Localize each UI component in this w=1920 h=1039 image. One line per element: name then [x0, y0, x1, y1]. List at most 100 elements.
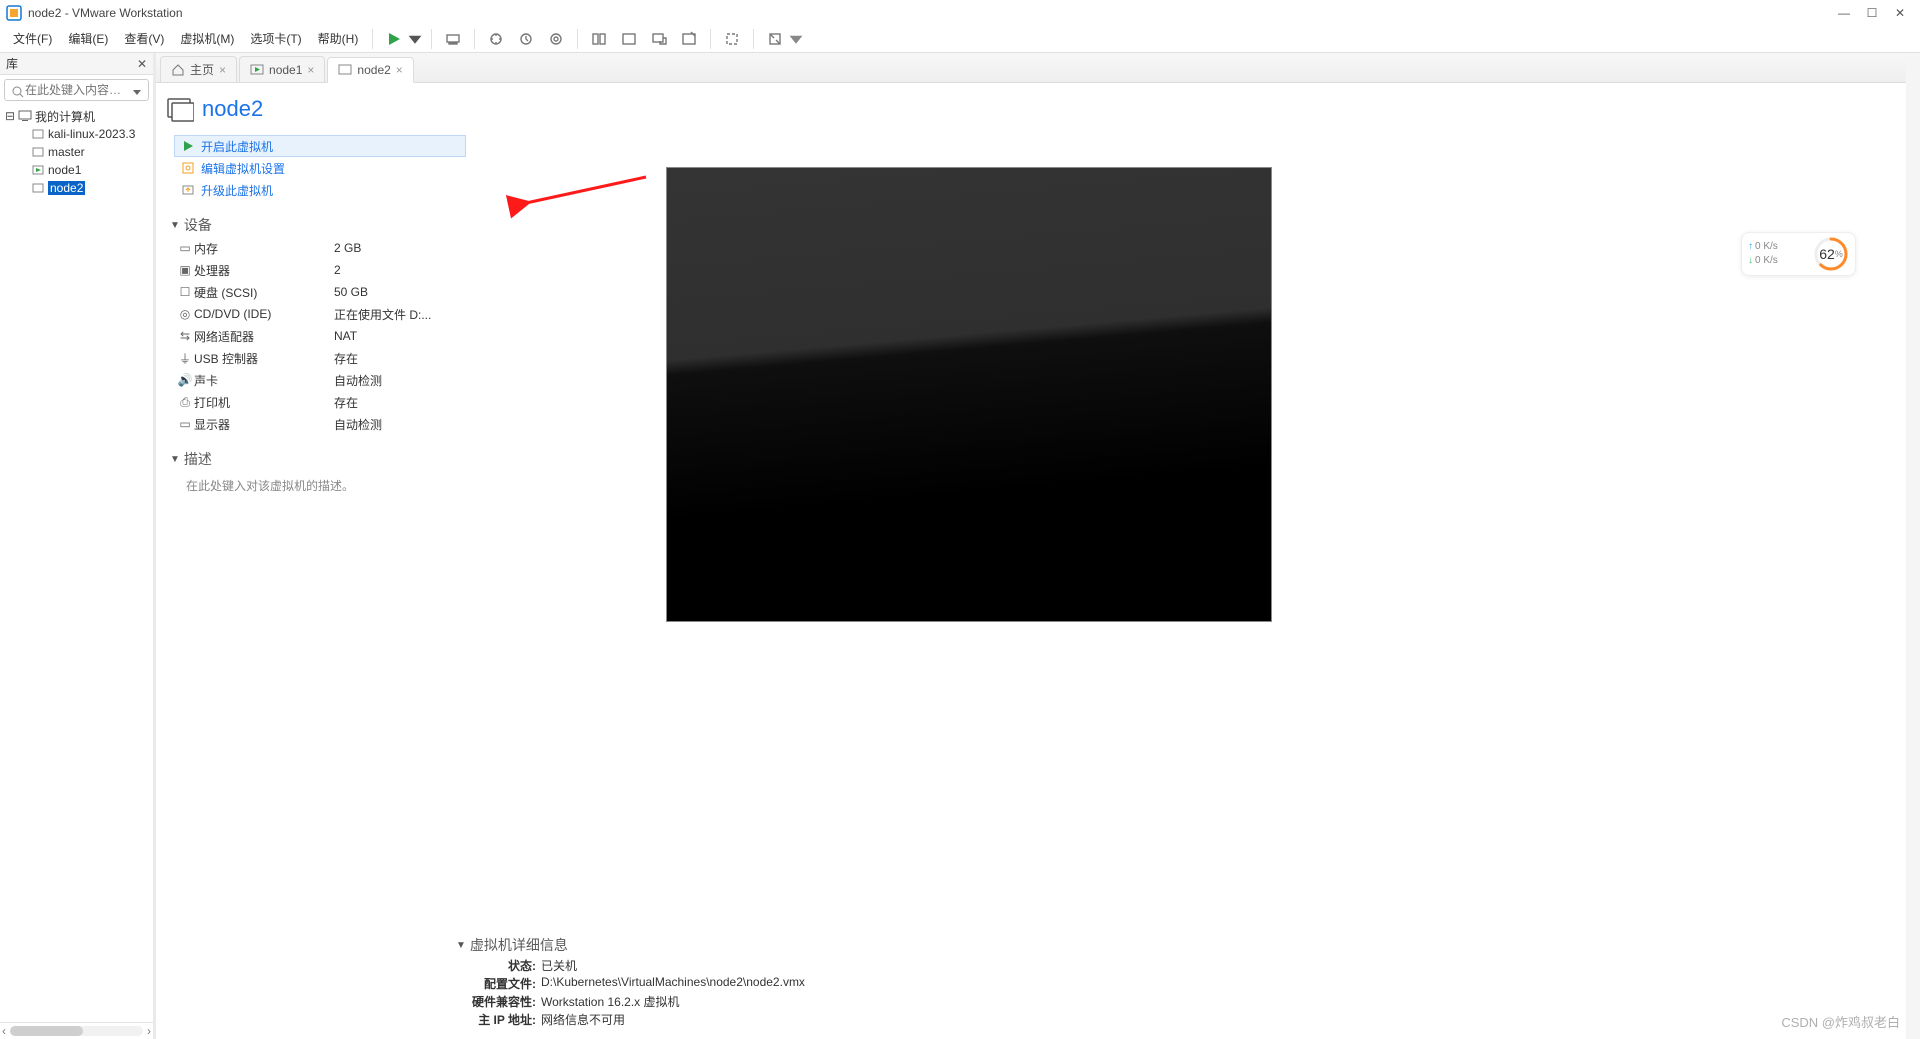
menu-view[interactable]: 查看(V): [117, 28, 171, 49]
snapshot-revert-button[interactable]: [512, 27, 540, 51]
device-row[interactable]: ▭内存2 GB: [176, 237, 466, 259]
settings-icon: [181, 161, 195, 175]
play-icon: [181, 139, 195, 153]
menu-edit[interactable]: 编辑(E): [61, 28, 115, 49]
view-console-button[interactable]: [675, 27, 703, 51]
library-header: 库 ✕: [0, 53, 153, 75]
view-single-button[interactable]: [615, 27, 643, 51]
tree-root-my-computer[interactable]: ⊟ 我的计算机: [4, 107, 149, 125]
window-maximize-button[interactable]: ☐: [1858, 4, 1886, 22]
tab-home[interactable]: 主页 ×: [160, 56, 237, 82]
library-title: 库: [6, 55, 18, 72]
description-placeholder[interactable]: 在此处键入对该虚拟机的描述。: [186, 477, 466, 494]
fullscreen-stretch-button[interactable]: [761, 27, 789, 51]
snapshot-take-button[interactable]: [482, 27, 510, 51]
tab-node2[interactable]: node2 ×: [327, 57, 413, 83]
page-vertical-scrollbar[interactable]: [1906, 56, 1920, 1039]
search-input[interactable]: [4, 79, 149, 101]
detail-ip-label: 主 IP 地址:: [456, 1011, 536, 1029]
device-row[interactable]: ◎CD/DVD (IDE)正在使用文件 D:...: [176, 303, 466, 325]
disclosure-icon: ▼: [456, 940, 466, 951]
toolbar-separator: [710, 29, 711, 49]
action-edit-settings[interactable]: 编辑虚拟机设置: [174, 157, 466, 179]
vm-off-icon: [30, 181, 46, 195]
vm-off-icon: [338, 63, 352, 77]
menu-file[interactable]: 文件(F): [6, 28, 59, 49]
tab-close-button[interactable]: ×: [396, 63, 403, 77]
printer-icon: ⎙: [176, 395, 194, 410]
tree-item-kali[interactable]: kali-linux-2023.3: [4, 125, 149, 143]
tab-node1[interactable]: node1 ×: [239, 56, 325, 82]
menu-vm[interactable]: 虚拟机(M): [173, 28, 241, 49]
tab-close-button[interactable]: ×: [307, 63, 314, 77]
content-area: 主页 × node1 × node2 × node2: [156, 53, 1920, 1039]
toolbar-separator: [431, 29, 432, 49]
device-row[interactable]: ⎙打印机存在: [176, 391, 466, 413]
vm-title-row: node2: [166, 89, 466, 129]
menubar: 文件(F) 编辑(E) 查看(V) 虚拟机(M) 选项卡(T) 帮助(H): [0, 25, 1920, 53]
scroll-left-icon[interactable]: ‹: [2, 1024, 6, 1038]
power-dropdown[interactable]: [410, 27, 424, 51]
section-vm-details[interactable]: ▼ 虚拟机详细信息: [456, 935, 1256, 955]
upload-speed: 0 K/s: [1748, 240, 1778, 254]
vm-screen-preview[interactable]: [666, 167, 1272, 622]
device-row[interactable]: 🔊声卡自动检测: [176, 369, 466, 391]
device-row[interactable]: ▭显示器自动检测: [176, 413, 466, 435]
watermark-text: CSDN @炸鸡叔老白: [1781, 1012, 1900, 1031]
scroll-track[interactable]: [10, 1026, 143, 1036]
menu-help[interactable]: 帮助(H): [311, 28, 366, 49]
vm-large-icon: [166, 95, 194, 123]
sound-icon: 🔊: [176, 373, 194, 387]
detail-config-value: D:\Kubernetes\VirtualMachines\node2\node…: [541, 975, 805, 993]
section-description[interactable]: ▼ 描述: [170, 449, 466, 469]
search-dropdown-icon[interactable]: [133, 88, 141, 96]
section-devices[interactable]: ▼ 设备: [170, 215, 466, 235]
fullscreen-enter-button[interactable]: [718, 27, 746, 51]
device-row[interactable]: ⇆网络适配器NAT: [176, 325, 466, 347]
library-tree: ⊟ 我的计算机 kali-linux-2023.3 master node1: [0, 105, 153, 1022]
collapse-icon[interactable]: ⊟: [4, 109, 16, 123]
devices-table: ▭内存2 GB ▣处理器2 ☐硬盘 (SCSI)50 GB ◎CD/DVD (I…: [176, 237, 466, 435]
device-row[interactable]: ⏚USB 控制器存在: [176, 347, 466, 369]
device-row[interactable]: ▣处理器2: [176, 259, 466, 281]
vm-summary-page: node2 开启此虚拟机 编辑虚拟机设置 升级此虚拟机: [156, 83, 1920, 1039]
tree-item-node1[interactable]: node1: [4, 161, 149, 179]
device-row[interactable]: ☐硬盘 (SCSI)50 GB: [176, 281, 466, 303]
fullscreen-dropdown[interactable]: [791, 27, 805, 51]
tree-item-master[interactable]: master: [4, 143, 149, 161]
library-close-button[interactable]: ✕: [137, 57, 147, 71]
detail-ip-value: 网络信息不可用: [541, 1011, 625, 1029]
disclosure-icon: ▼: [170, 220, 180, 231]
window-title: node2 - VMware Workstation: [28, 6, 183, 20]
display-icon: ▭: [176, 417, 194, 431]
scroll-thumb[interactable]: [10, 1026, 83, 1036]
percent-ring: 62%: [1813, 236, 1849, 272]
library-sidebar: 库 ✕ ⊟ 我的计算机 kali-linux-2023.3: [0, 53, 156, 1039]
menu-tabs[interactable]: 选项卡(T): [243, 28, 308, 49]
toolbar-separator: [372, 29, 373, 49]
cd-icon: ◎: [176, 307, 194, 321]
network-speed-text: 0 K/s 0 K/s: [1748, 240, 1778, 268]
vmware-app-icon: [6, 5, 22, 21]
snapshot-manager-button[interactable]: [542, 27, 570, 51]
network-icon: ⇆: [176, 329, 194, 343]
network-speed-widget[interactable]: 0 K/s 0 K/s 62%: [1741, 232, 1856, 276]
window-minimize-button[interactable]: —: [1830, 4, 1858, 22]
tab-close-button[interactable]: ×: [219, 63, 226, 77]
view-unity-button[interactable]: [645, 27, 673, 51]
window-close-button[interactable]: ✕: [1886, 4, 1914, 22]
disclosure-icon: ▼: [170, 454, 180, 465]
cpu-icon: ▣: [176, 263, 194, 277]
action-power-on[interactable]: 开启此虚拟机: [174, 135, 466, 157]
sidebar-horizontal-scrollbar[interactable]: ‹ ›: [0, 1022, 153, 1039]
detail-compat-value: Workstation 16.2.x 虚拟机: [541, 993, 680, 1011]
vm-name: node2: [202, 96, 263, 122]
send-input-button[interactable]: [439, 27, 467, 51]
tree-item-node2[interactable]: node2: [4, 179, 149, 197]
action-upgrade-vm[interactable]: 升级此虚拟机: [174, 179, 466, 201]
detail-config-label: 配置文件:: [456, 975, 536, 993]
view-sidebyside-button[interactable]: [585, 27, 613, 51]
power-on-button[interactable]: [380, 27, 408, 51]
scroll-right-icon[interactable]: ›: [147, 1024, 151, 1038]
document-tabs: 主页 × node1 × node2 ×: [156, 53, 1920, 83]
